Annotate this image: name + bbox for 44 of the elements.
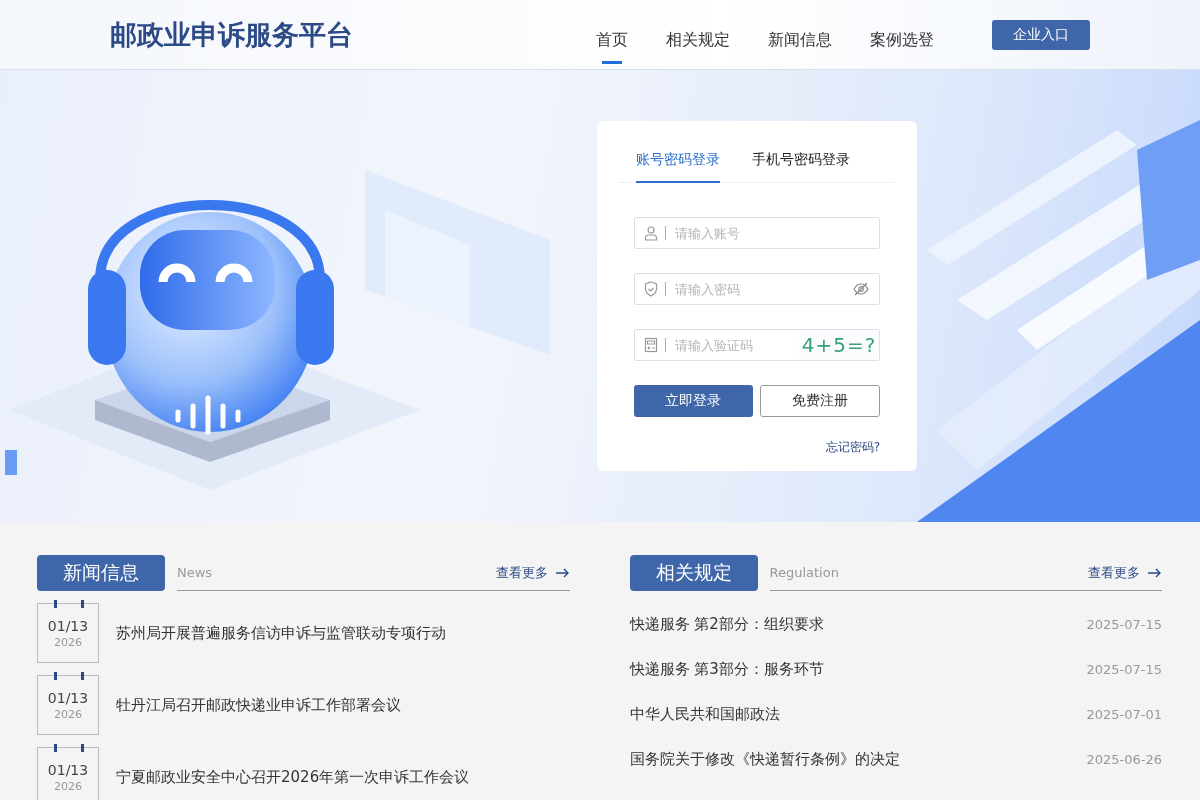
arrow-right-icon [555,567,570,578]
nav-link[interactable]: 案例选登 [870,16,934,64]
login-tab[interactable]: 账号密码登录 [636,151,720,183]
news-date: 01/13 [47,761,89,778]
regulation-date: 2025-07-01 [1086,707,1162,722]
nav-link[interactable]: 相关规定 [666,16,730,64]
calendar-rings-icon [54,600,84,608]
news-year: 2026 [54,779,82,793]
section-subtitle: News [177,565,213,580]
news-title[interactable]: 牡丹江局召开邮政快递业申诉工作部署会议 [116,695,401,715]
view-more-link[interactable]: 查看更多 [1088,563,1162,582]
forgot-password-link[interactable]: 忘记密码? [619,417,895,456]
section-title: 新闻信息 [37,555,165,591]
section-subtitle: Regulation [769,565,839,580]
regulation-title[interactable]: 国务院关于修改《快递暂行条例》的决定 [629,750,900,769]
nav-link[interactable]: 新闻信息 [768,16,832,64]
news-title[interactable]: 宁夏邮政业安全中心召开2026年第一次申诉工作会议 [116,767,470,787]
shield-icon [644,281,658,297]
news-title[interactable]: 苏州局开展普遍服务信访申诉与监管联动专项行动 [116,623,446,643]
eye-off-icon[interactable] [853,282,869,296]
calendar-rings-icon [54,744,84,752]
regulation-title[interactable]: 中华人民共和国邮政法 [629,705,780,724]
login-tab[interactable]: 手机号密码登录 [752,151,850,183]
arrow-right-icon [1148,567,1162,578]
regulation-title[interactable]: 快递服务 第2部分：组织要求 [629,615,824,634]
site-title: 邮政业申诉服务平台 [110,17,354,52]
register-button[interactable]: 免费注册 [759,385,880,417]
calculator-icon [644,337,658,353]
regulation-title[interactable]: 快递服务 第3部分：服务环节 [629,660,824,679]
news-year: 2026 [54,635,82,649]
news-year: 2026 [54,707,82,721]
account-field[interactable]: 请输入账号 [634,217,880,249]
user-icon [644,225,658,241]
view-more-link[interactable]: 查看更多 [495,563,570,582]
regulation-date: 2025-06-26 [1086,752,1162,767]
login-button[interactable]: 立即登录 [634,385,753,417]
news-date: 01/13 [47,689,89,706]
section-title: 相关规定 [629,555,758,591]
news-date: 01/13 [47,617,89,634]
password-field[interactable]: 请输入密码 [634,273,880,305]
enterprise-button[interactable]: 企业入口 [992,19,1090,50]
calendar-rings-icon [54,672,84,680]
regulation-date: 2025-07-15 [1086,617,1162,632]
regulation-date: 2025-07-15 [1086,662,1162,677]
